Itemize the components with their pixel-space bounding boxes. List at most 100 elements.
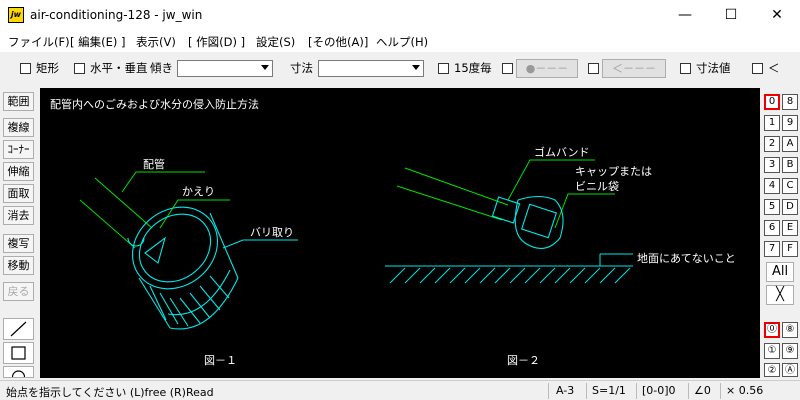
layer-b[interactable]: B bbox=[782, 157, 798, 173]
hv-label: 水平・垂直 bbox=[90, 61, 148, 75]
label-pipe: 配管 bbox=[143, 157, 165, 171]
deg15-checkbox[interactable] bbox=[438, 63, 449, 74]
deg15-label: 15度毎 bbox=[454, 61, 492, 75]
tool-undo[interactable]: 戻る bbox=[3, 282, 34, 301]
status-layer[interactable]: [0-0]0 bbox=[642, 384, 676, 397]
tilt-label: 傾き bbox=[150, 61, 173, 75]
label-bari: バリ取り bbox=[250, 226, 294, 239]
dim-combo[interactable] bbox=[318, 60, 424, 77]
figure-2 bbox=[385, 159, 633, 284]
chevron-down-icon bbox=[261, 65, 269, 70]
tool-line[interactable] bbox=[3, 318, 34, 340]
tool-offset[interactable]: 複線 bbox=[3, 118, 34, 137]
status-message: 始点を指示してください (L)free (R)Read bbox=[6, 386, 214, 399]
cad-drawing: 配管内へのごみおよび水分の侵入防止方法 配管 かえり バリ取り 図－１ ゴムバン… bbox=[50, 97, 736, 367]
layer-1[interactable]: 1 bbox=[764, 115, 780, 131]
group-8[interactable]: ⑧ bbox=[782, 322, 798, 338]
status-divider bbox=[720, 383, 721, 399]
menu-other[interactable]: [その他(A)] bbox=[308, 34, 368, 50]
close-button[interactable]: ✕ bbox=[754, 0, 800, 30]
hv-checkbox[interactable] bbox=[74, 63, 85, 74]
group-2[interactable]: ② bbox=[764, 363, 780, 377]
lt-label: ＜ bbox=[768, 61, 780, 75]
label-gomu: ゴムバンド bbox=[534, 145, 590, 159]
rect-label: 矩形 bbox=[36, 61, 59, 75]
label-ground: 地面にあてないこと bbox=[637, 252, 736, 265]
tool-corner[interactable]: ｺｰﾅｰ bbox=[3, 140, 34, 159]
dimval-label: 寸法値 bbox=[696, 61, 731, 75]
app-icon: jw bbox=[8, 7, 24, 23]
toolbar: 矩形 水平・垂直 傾き 寸法 15度毎 ●－－－ ＜－－－ 寸法値 ＜ bbox=[0, 53, 800, 83]
drawing-title: 配管内へのごみおよび水分の侵入防止方法 bbox=[50, 97, 259, 111]
fig2-caption: 図－２ bbox=[507, 354, 540, 367]
label-cap1: キャップまたは bbox=[575, 165, 652, 178]
layer-8[interactable]: 8 bbox=[782, 94, 798, 110]
status-divider bbox=[636, 383, 637, 399]
left-toolbar: 範囲 複線 ｺｰﾅｰ 伸縮 面取 消去 複写 移動 戻る bbox=[0, 88, 37, 378]
layer-e[interactable]: E bbox=[782, 220, 798, 236]
menu-settings[interactable]: 設定(S) bbox=[256, 34, 295, 50]
tool-move[interactable]: 移動 bbox=[3, 256, 34, 275]
status-divider bbox=[688, 383, 689, 399]
layer-toolbar: 0 8 1 9 2 A 3 B 4 C 5 D 6 E 7 F All ╳ ⓪ … bbox=[760, 88, 800, 378]
menu-bar: ファイル(F) [ 編集(E) ] 表示(V) [ 作図(D) ] 設定(S) … bbox=[0, 30, 800, 52]
status-bar: 始点を指示してください (L)free (R)Read A-3 S=1/1 [0… bbox=[0, 380, 800, 400]
dim-label: 寸法 bbox=[290, 61, 313, 75]
menu-file[interactable]: ファイル(F) bbox=[8, 34, 70, 50]
group-0[interactable]: ⓪ bbox=[764, 322, 780, 338]
layer-0[interactable]: 0 bbox=[764, 94, 780, 110]
group-1[interactable]: ① bbox=[764, 343, 780, 359]
layer-a[interactable]: A bbox=[782, 136, 798, 152]
menu-help[interactable]: ヘルプ(H) bbox=[376, 34, 428, 50]
menu-draw[interactable]: [ 作図(D) ] bbox=[188, 34, 245, 50]
dimval-checkbox[interactable] bbox=[680, 63, 691, 74]
layer-7[interactable]: 7 bbox=[764, 241, 780, 257]
layer-d[interactable]: D bbox=[782, 199, 798, 215]
arrow-line-button[interactable]: ＜－－－ bbox=[602, 59, 666, 78]
line-icon bbox=[10, 321, 27, 337]
label-kaeri: かえり bbox=[182, 185, 215, 198]
layer-all-button[interactable]: All bbox=[766, 262, 794, 282]
maximize-button[interactable]: ☐ bbox=[708, 0, 754, 30]
layer-4[interactable]: 4 bbox=[764, 178, 780, 194]
menu-edit[interactable]: [ 編集(E) ] bbox=[70, 34, 126, 50]
layer-f[interactable]: F bbox=[782, 241, 798, 257]
group-a[interactable]: Ⓐ bbox=[782, 363, 798, 377]
arrow-checkbox[interactable] bbox=[588, 63, 599, 74]
layer-9[interactable]: 9 bbox=[782, 115, 798, 131]
dot-checkbox[interactable] bbox=[502, 63, 513, 74]
lt-checkbox[interactable] bbox=[752, 63, 763, 74]
layer-2[interactable]: 2 bbox=[764, 136, 780, 152]
circle-icon bbox=[11, 370, 26, 377]
rect-checkbox[interactable] bbox=[20, 63, 31, 74]
tool-rect[interactable] bbox=[3, 342, 34, 364]
status-paper[interactable]: A-3 bbox=[556, 384, 574, 397]
status-divider bbox=[548, 383, 549, 399]
window-title: air-conditioning-128 - jw_win bbox=[30, 8, 203, 22]
drawing-canvas[interactable]: 配管内へのごみおよび水分の侵入防止方法 配管 かえり バリ取り 図－１ ゴムバン… bbox=[40, 88, 760, 378]
tool-stretch[interactable]: 伸縮 bbox=[3, 162, 34, 181]
layer-5[interactable]: 5 bbox=[764, 199, 780, 215]
status-scale[interactable]: S=1/1 bbox=[592, 384, 626, 397]
dot-line-button[interactable]: ●－－－ bbox=[516, 59, 578, 78]
tool-erase[interactable]: 消去 bbox=[3, 206, 34, 225]
tool-copy[interactable]: 複写 bbox=[3, 234, 34, 253]
menu-view[interactable]: 表示(V) bbox=[136, 34, 176, 50]
tool-circle[interactable] bbox=[3, 366, 34, 378]
layer-6[interactable]: 6 bbox=[764, 220, 780, 236]
minimize-button[interactable]: — bbox=[662, 0, 708, 30]
fig1-caption: 図－１ bbox=[204, 354, 237, 367]
layer-3[interactable]: 3 bbox=[764, 157, 780, 173]
status-zoom[interactable]: × 0.56 bbox=[726, 384, 763, 397]
tool-range[interactable]: 範囲 bbox=[3, 92, 34, 111]
layer-clear-button[interactable]: ╳ bbox=[766, 285, 794, 305]
group-9[interactable]: ⑨ bbox=[782, 343, 798, 359]
layer-c[interactable]: C bbox=[782, 178, 798, 194]
status-divider bbox=[586, 383, 587, 399]
tilt-combo[interactable] bbox=[177, 60, 273, 77]
chevron-down-icon bbox=[412, 65, 420, 70]
status-angle[interactable]: ∠0 bbox=[694, 384, 711, 397]
tool-chamfer[interactable]: 面取 bbox=[3, 184, 34, 203]
label-cap2: ビニル袋 bbox=[575, 179, 619, 193]
title-bar: jw air-conditioning-128 - jw_win — ☐ ✕ bbox=[0, 0, 800, 30]
